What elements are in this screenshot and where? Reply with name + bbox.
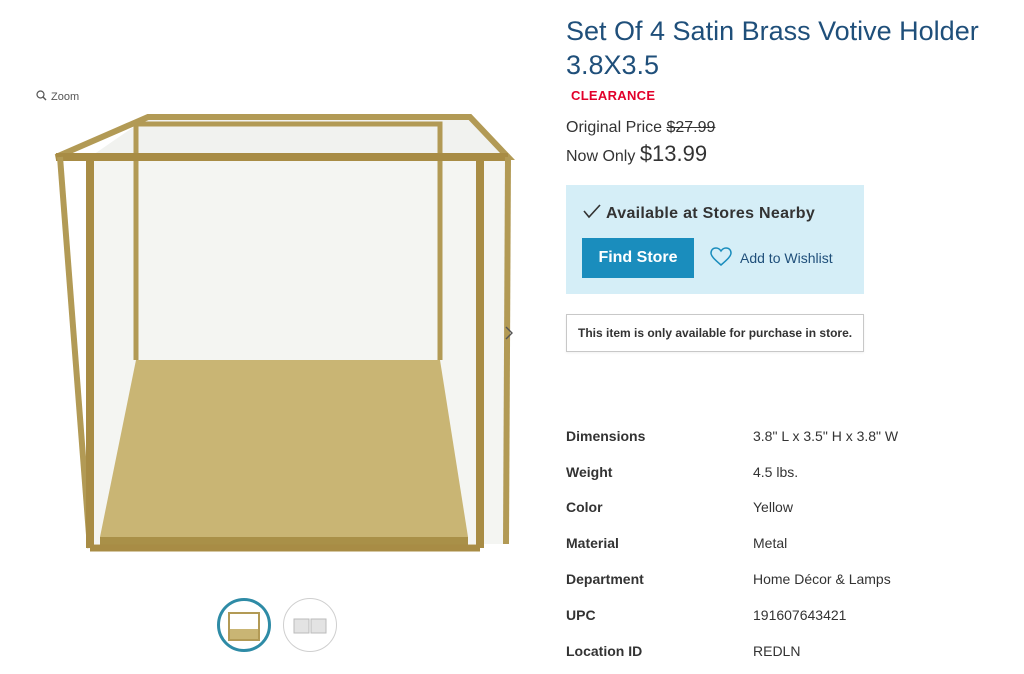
thumbnail-strip <box>217 598 337 652</box>
product-title: Set Of 4 Satin Brass Votive Holder 3.8X3… <box>566 16 979 80</box>
clearance-badge: CLEARANCE <box>571 88 656 103</box>
in-store-only-notice: This item is only available for purchase… <box>566 314 865 352</box>
spec-value: 3.8" L x 3.5" H x 3.8" W <box>753 427 899 444</box>
product-gallery: Zoom <box>0 0 545 674</box>
next-image-button[interactable] <box>496 312 522 358</box>
spec-value: Metal <box>753 535 788 552</box>
original-price-value: $27.99 <box>666 119 716 136</box>
current-price: Now Only $13.99 <box>566 141 1006 167</box>
add-to-wishlist-link[interactable]: Add to Wishlist <box>710 246 833 270</box>
product-image <box>48 112 518 557</box>
availability-actions: Find Store Add to Wishlist <box>582 238 848 278</box>
original-price: Original Price $27.99 <box>566 119 1006 137</box>
spec-label: Dimensions <box>566 427 646 444</box>
availability-text: Available at Stores Nearby <box>606 204 816 222</box>
find-store-button[interactable]: Find Store <box>582 238 694 278</box>
original-price-label: Original Price <box>566 119 663 136</box>
zoom-label: Zoom <box>51 91 80 103</box>
spec-row: Location ID REDLN <box>566 633 1006 669</box>
spec-value: REDLN <box>753 642 801 659</box>
thumbnail-2[interactable] <box>283 598 337 652</box>
spec-value: Yellow <box>753 499 793 516</box>
wishlist-label: Add to Wishlist <box>740 250 833 266</box>
spec-label: Weight <box>566 463 613 480</box>
now-price-label: Now Only <box>566 148 636 165</box>
magnifier-icon <box>36 90 47 104</box>
checkmark-icon <box>582 203 602 224</box>
spec-label: Material <box>566 535 619 552</box>
spec-label: UPC <box>566 606 596 623</box>
spec-row: UPC 191607643421 <box>566 597 1006 633</box>
availability-status: Available at Stores Nearby <box>582 203 848 224</box>
spec-label: Department <box>566 571 644 588</box>
product-info: Set Of 4 Satin Brass Votive Holder 3.8X3… <box>566 10 1006 352</box>
heart-icon <box>710 246 732 270</box>
spec-row: Color Yellow <box>566 490 1006 526</box>
thumbnail-1[interactable] <box>217 598 271 652</box>
spec-label: Color <box>566 499 603 516</box>
spec-value: 4.5 lbs. <box>753 463 799 480</box>
spec-row: Material Metal <box>566 525 1006 561</box>
chevron-right-icon <box>504 324 514 347</box>
spec-row: Department Home Décor & Lamps <box>566 561 1006 597</box>
now-price-value: $13.99 <box>639 141 708 166</box>
specifications-table: Dimensions 3.8" L x 3.5" H x 3.8" W Weig… <box>566 418 1006 669</box>
spec-label: Location ID <box>566 642 643 659</box>
spec-row: Weight 4.5 lbs. <box>566 454 1006 490</box>
spec-value: 191607643421 <box>753 606 847 623</box>
spec-value: Home Décor & Lamps <box>753 571 891 588</box>
availability-panel: Available at Stores Nearby Find Store Ad… <box>566 185 864 294</box>
spec-row: Dimensions 3.8" L x 3.5" H x 3.8" W <box>566 418 1006 454</box>
zoom-control[interactable]: Zoom <box>36 90 79 104</box>
